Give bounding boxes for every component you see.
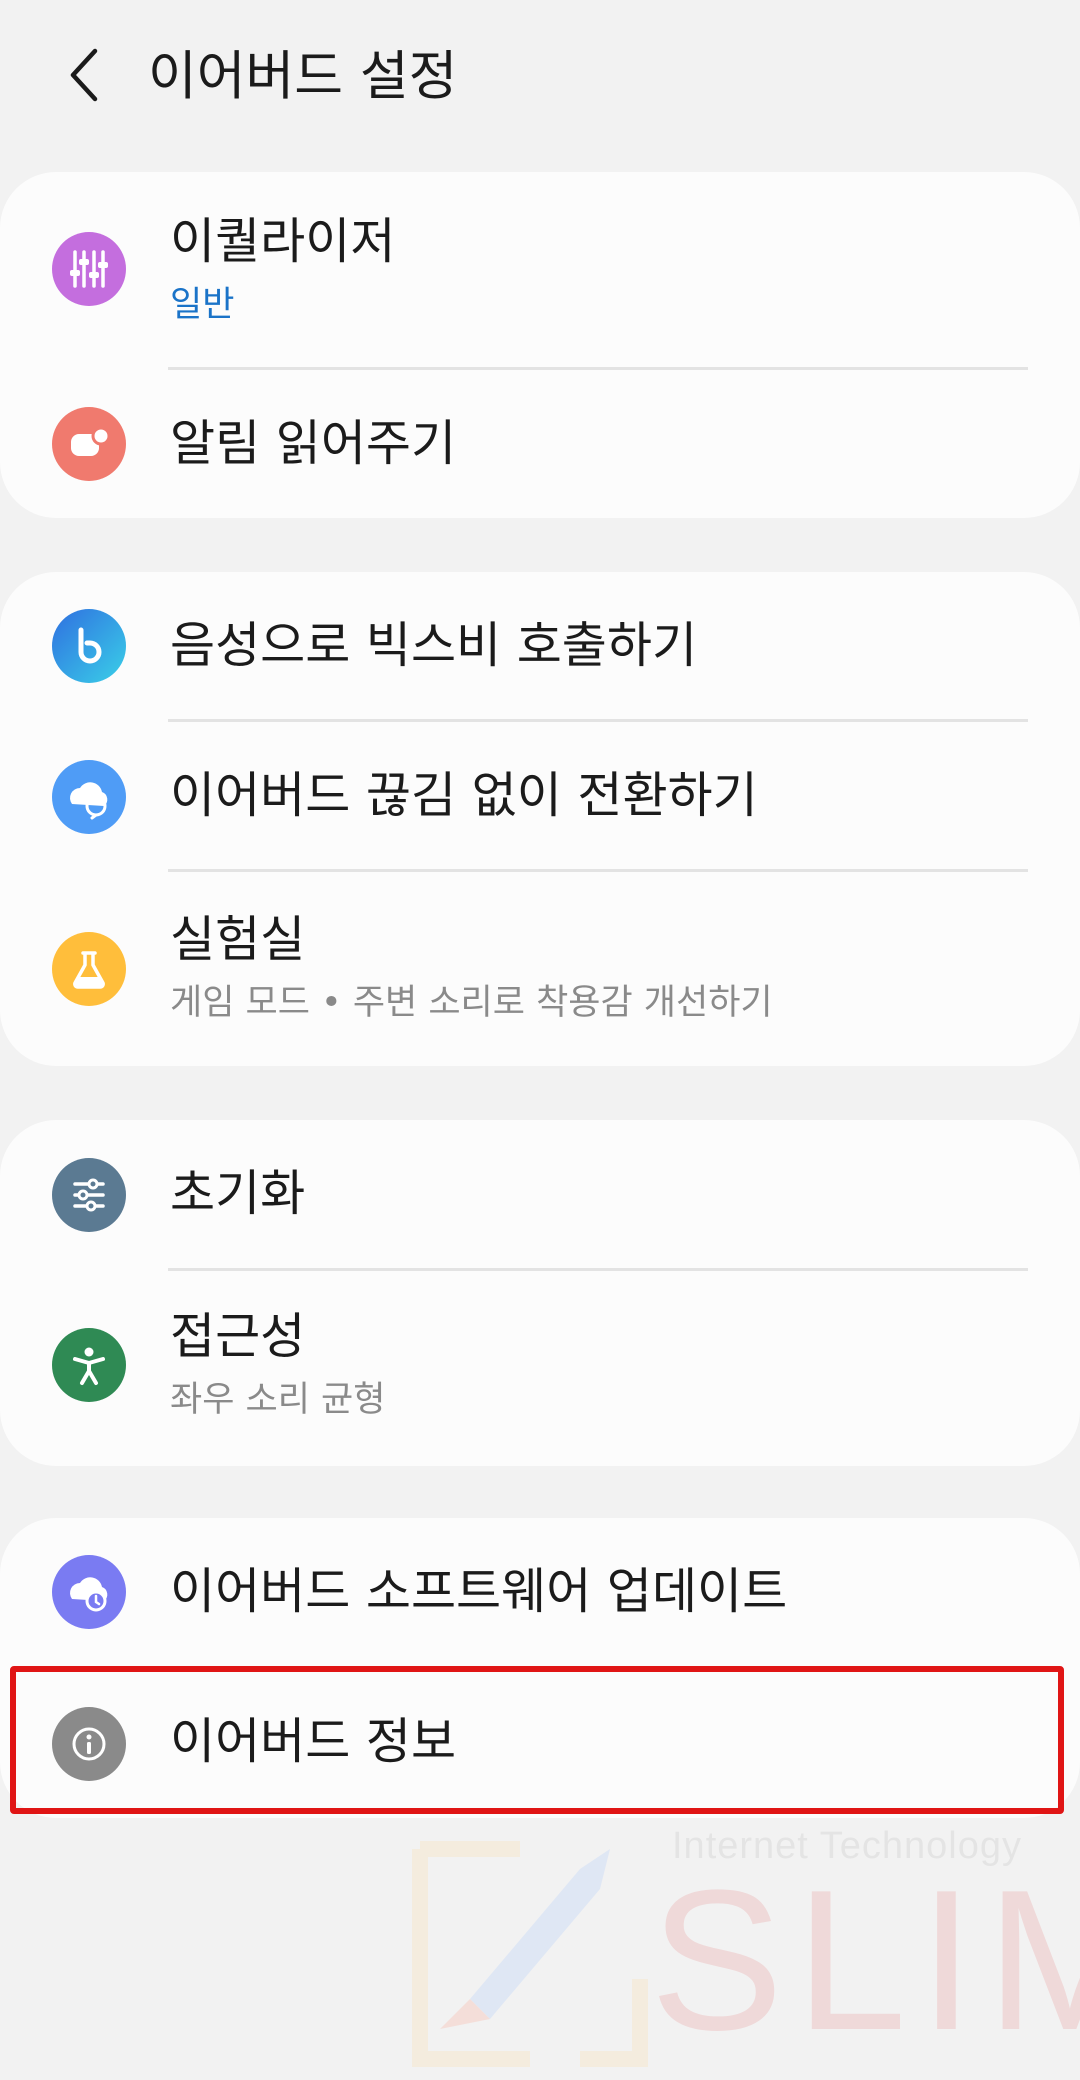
labs-title: 실험실	[170, 911, 306, 968]
software-update-icon	[52, 1555, 126, 1629]
rocket-logo-icon	[412, 1841, 648, 2067]
software-update-item[interactable]: 이어버드 소프트웨어 업데이트	[0, 1518, 1080, 1666]
accessibility-item[interactable]: 접근성 좌우 소리 균형	[0, 1271, 1080, 1466]
accessibility-subtitle: 좌우 소리 균형	[170, 1380, 386, 1420]
flask-icon	[52, 932, 126, 1006]
notification-reader-title: 알림 읽어주기	[170, 415, 457, 472]
seamless-switch-icon	[52, 760, 126, 834]
accessibility-title: 접근성	[170, 1308, 306, 1365]
app-header: 이어버드 설정	[0, 0, 1080, 160]
equalizer-title: 이퀄라이저	[170, 213, 396, 270]
watermark: Internet Technology SLIM	[410, 1815, 1080, 2075]
settings-group-features: 음성으로 빅스비 호출하기 이어버드 끊김 없이 전환하기 실험실 게임 모드 …	[0, 572, 1080, 1066]
labs-subtitle: 게임 모드 • 주변 소리로 착용감 개선하기	[170, 983, 773, 1023]
bixby-title: 음성으로 빅스비 호출하기	[170, 617, 698, 674]
back-button[interactable]	[50, 40, 120, 110]
accessibility-icon	[52, 1328, 126, 1402]
bixby-icon	[52, 609, 126, 683]
settings-group-general: 초기화 접근성 좌우 소리 균형	[0, 1120, 1080, 1466]
reset-item[interactable]: 초기화	[0, 1120, 1080, 1270]
equalizer-subtitle: 일반	[170, 285, 235, 325]
bixby-item[interactable]: 음성으로 빅스비 호출하기	[0, 572, 1080, 720]
equalizer-item[interactable]: 이퀄라이저 일반	[0, 172, 1080, 368]
highlight-box	[10, 1666, 1064, 1814]
software-update-title: 이어버드 소프트웨어 업데이트	[170, 1563, 788, 1620]
seamless-switch-item[interactable]: 이어버드 끊김 없이 전환하기	[0, 722, 1080, 872]
notification-reader-item[interactable]: 알림 읽어주기	[0, 370, 1080, 518]
reset-sliders-icon	[52, 1158, 126, 1232]
notification-reader-icon	[52, 407, 126, 481]
settings-group-sound: 이퀄라이저 일반 알림 읽어주기	[0, 172, 1080, 518]
labs-item[interactable]: 실험실 게임 모드 • 주변 소리로 착용감 개선하기	[0, 872, 1080, 1066]
reset-title: 초기화	[170, 1165, 306, 1222]
watermark-logo-text: SLIM	[650, 1849, 1080, 2072]
back-arrow-icon	[70, 48, 98, 102]
seamless-switch-title: 이어버드 끊김 없이 전환하기	[170, 767, 758, 824]
page-title: 이어버드 설정	[148, 46, 458, 107]
equalizer-icon	[52, 232, 126, 306]
